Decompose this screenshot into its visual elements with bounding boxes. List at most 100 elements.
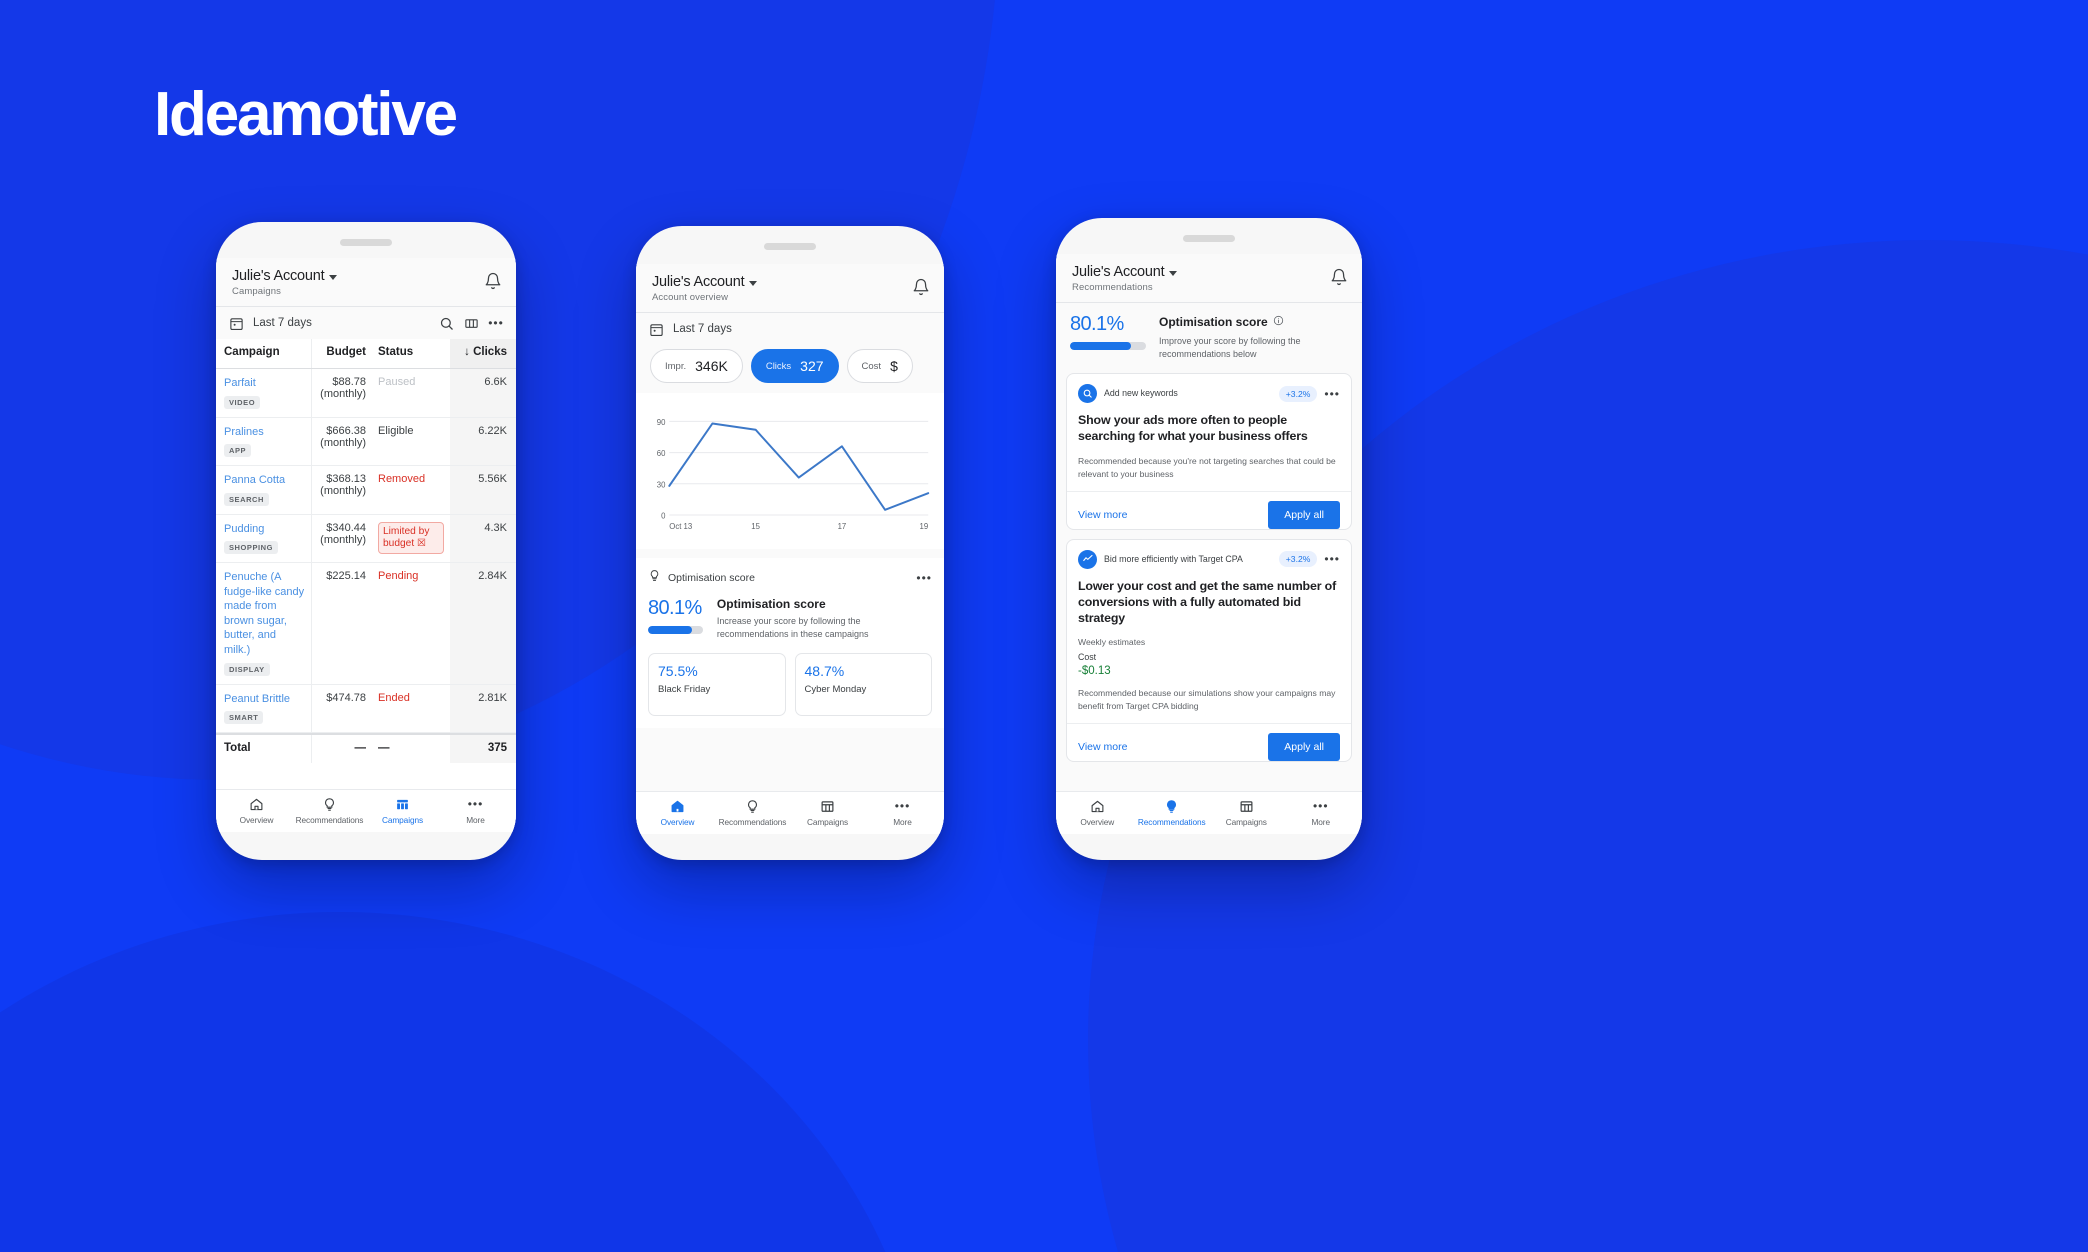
campaign-type-badge: SHOPPING xyxy=(224,541,278,555)
overview-scroll[interactable]: Last 7 days Impr. 346K Clicks 327 Cost $… xyxy=(636,313,944,791)
metric-chip-cost[interactable]: Cost $ xyxy=(846,349,913,383)
table-row[interactable]: Peanut Brittle SMART $474.78 Ended 2.81K xyxy=(216,684,516,734)
column-header-clicks[interactable]: ↓ Clicks xyxy=(450,339,516,368)
nav-item-campaigns[interactable]: Campaigns xyxy=(366,796,439,825)
nav-item-overview[interactable]: Overview xyxy=(640,798,715,827)
lightbulb-icon xyxy=(322,796,337,812)
status-cell: Ended xyxy=(372,685,450,733)
column-header-campaign[interactable]: Campaign xyxy=(216,339,312,368)
more-horizontal-icon[interactable]: ••• xyxy=(1324,388,1340,400)
account-switcher[interactable]: Julie's Account xyxy=(232,268,338,284)
recommendation-actions: View more Apply all xyxy=(1067,490,1351,529)
budget-amount: $474.78 xyxy=(326,691,366,704)
nav-item-campaigns[interactable]: Campaigns xyxy=(790,798,865,827)
screen-overview: Julie's Account Account overview Last 7 … xyxy=(636,264,944,834)
date-range-label[interactable]: Last 7 days xyxy=(253,317,312,329)
metric-chip-clicks[interactable]: Clicks 327 xyxy=(750,349,839,383)
more-horizontal-icon[interactable]: ••• xyxy=(916,572,932,584)
campaign-link[interactable]: Pudding xyxy=(224,522,305,537)
view-more-link[interactable]: View more xyxy=(1078,509,1127,521)
campaign-link[interactable]: Parfait xyxy=(224,376,305,391)
more-horizontal-icon[interactable]: ••• xyxy=(1324,553,1340,565)
campaign-type-badge: SEARCH xyxy=(224,492,269,506)
apply-all-button[interactable]: Apply all xyxy=(1268,732,1340,761)
account-switcher[interactable]: Julie's Account xyxy=(652,274,758,290)
clicks-cell: 2.84K xyxy=(450,563,516,684)
nav-item-label: More xyxy=(466,815,485,825)
recommendation-headline: Show your ads more often to people searc… xyxy=(1078,413,1308,444)
search-circle-icon xyxy=(1078,384,1097,404)
campaign-score-card[interactable]: 48.7% Cyber Monday xyxy=(794,653,932,717)
campaign-link[interactable]: Penuche (A fudge-like candy made from br… xyxy=(224,570,305,657)
bottom-navigation: Overview Recommendations Campaigns ••• M… xyxy=(636,791,944,834)
clicks-cell: 5.56K xyxy=(450,466,516,514)
more-horizontal-icon: ••• xyxy=(894,799,911,813)
recommendation-kind: Add new keywords xyxy=(1104,387,1178,398)
campaign-score-list: 75.5% Black Friday 48.7% Cyber Monday xyxy=(636,653,944,728)
campaign-link[interactable]: Panna Cotta xyxy=(224,473,305,488)
nav-item-recommendations[interactable]: Recommendations xyxy=(1135,798,1210,827)
nav-item-overview[interactable]: Overview xyxy=(220,796,293,825)
status-cell: Limited by budget ☒ xyxy=(372,515,450,563)
campaign-type-badge: APP xyxy=(224,444,252,458)
recommendations-list[interactable]: Add new keywords +3.2% ••• Show your ads… xyxy=(1056,373,1362,791)
recommendation-card[interactable]: Bid more efficiently with Target CPA +3.… xyxy=(1066,538,1352,762)
bell-icon[interactable] xyxy=(1330,268,1348,286)
column-header-budget[interactable]: Budget xyxy=(312,339,372,368)
table-row[interactable]: Pralines APP $666.38 (monthly) Eligible 6… xyxy=(216,417,516,467)
recommendation-actions: View more Apply all xyxy=(1067,722,1351,761)
optimisation-description: Improve your score by following the reco… xyxy=(1159,336,1301,360)
metric-value: 327 xyxy=(800,358,824,374)
optimisation-summary: 80.1% Optimisation score Improve your sc… xyxy=(1056,303,1362,374)
bell-icon[interactable] xyxy=(484,272,502,290)
table-row[interactable]: Penuche (A fudge-like candy made from br… xyxy=(216,563,516,685)
optimisation-progress-bar xyxy=(1070,342,1146,350)
columns-icon[interactable] xyxy=(463,315,479,331)
nav-item-more[interactable]: ••• More xyxy=(1284,798,1359,827)
account-switcher[interactable]: Julie's Account xyxy=(1072,264,1178,280)
nav-item-label: Recommendations xyxy=(1137,817,1206,827)
bell-icon[interactable] xyxy=(912,278,930,296)
date-range-label[interactable]: Last 7 days xyxy=(673,323,732,335)
info-icon[interactable] xyxy=(1273,313,1284,331)
campaign-cell: Penuche (A fudge-like candy made from br… xyxy=(216,563,312,684)
metric-chip-impr[interactable]: Impr. 346K xyxy=(650,349,743,383)
app-header: Julie's Account Recommendations xyxy=(1056,254,1362,302)
table-row[interactable]: Panna Cotta SEARCH $368.13 (monthly) Remo… xyxy=(216,466,516,515)
campaign-link[interactable]: Peanut Brittle xyxy=(224,692,305,707)
view-more-link[interactable]: View more xyxy=(1078,741,1127,753)
budget-amount: $368.13 xyxy=(326,473,366,486)
nav-item-recommendations[interactable]: Recommendations xyxy=(293,796,366,825)
chevron-down-icon xyxy=(329,274,338,280)
svg-text:0: 0 xyxy=(661,511,666,520)
more-horizontal-icon[interactable]: ••• xyxy=(488,315,504,331)
nav-item-recommendations[interactable]: Recommendations xyxy=(715,798,790,827)
search-icon[interactable] xyxy=(438,315,454,331)
nav-item-more[interactable]: ••• More xyxy=(439,796,512,825)
recommendation-card[interactable]: Add new keywords +3.2% ••• Show your ads… xyxy=(1066,373,1352,530)
campaign-score-card[interactable]: 75.5% Black Friday xyxy=(648,653,786,717)
estimate-metric-label: Cost xyxy=(1078,651,1097,662)
calendar-icon[interactable] xyxy=(648,321,664,337)
table-row[interactable]: Pudding SHOPPING $340.44 (monthly) Limite… xyxy=(216,514,516,564)
chevron-down-icon xyxy=(1169,270,1178,276)
table-toolbar: Last 7 days ••• xyxy=(216,307,516,339)
apply-all-button[interactable]: Apply all xyxy=(1268,500,1340,529)
campaign-link[interactable]: Pralines xyxy=(224,425,305,440)
clicks-cell: 4.3K xyxy=(450,514,516,563)
nav-item-more[interactable]: ••• More xyxy=(865,798,940,827)
budget-amount: $225.14 xyxy=(326,570,366,583)
phone-speaker xyxy=(340,239,392,246)
nav-item-overview[interactable]: Overview xyxy=(1060,798,1135,827)
campaign-type-badge: VIDEO xyxy=(224,395,261,409)
phone-mockup-recommendations: Julie's Account Recommendations 80.1% Op… xyxy=(1056,218,1362,860)
calendar-icon[interactable] xyxy=(228,315,244,331)
column-header-status[interactable]: Status xyxy=(372,339,450,368)
optimisation-gauge: 80.1% xyxy=(1070,313,1146,361)
table-row[interactable]: Parfait VIDEO $88.78 (monthly) Paused 6.6… xyxy=(216,369,516,418)
clicks-cell: 6.22K xyxy=(450,417,516,466)
nav-item-campaigns[interactable]: Campaigns xyxy=(1209,798,1284,827)
screen-campaigns: Julie's Account Campaigns Last 7 days ••… xyxy=(216,258,516,832)
campaign-score-name: Cyber Monday xyxy=(804,684,867,696)
optimisation-gauge: 80.1% xyxy=(648,597,703,641)
